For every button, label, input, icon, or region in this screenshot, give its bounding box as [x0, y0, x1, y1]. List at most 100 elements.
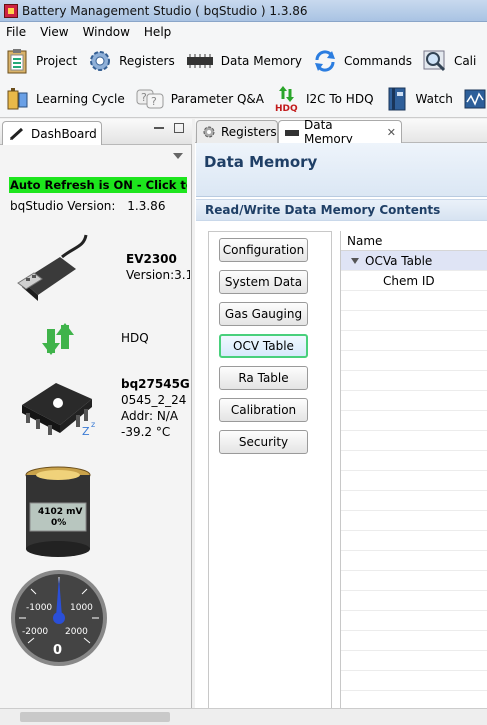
tab-registers[interactable]: Registers	[196, 120, 278, 143]
tree-row-empty	[341, 651, 487, 671]
hdq-icon: HDQ	[274, 85, 300, 112]
registers-button[interactable]: Registers	[87, 48, 175, 74]
magnifier-icon	[422, 48, 448, 74]
tree-row-empty	[341, 351, 487, 371]
close-icon[interactable]: ✕	[387, 126, 396, 139]
battery-voltage: 4102 mV	[38, 507, 83, 517]
version-value: 1.3.86	[127, 199, 166, 213]
book-icon	[384, 86, 410, 112]
menu-bar: File View Window Help	[0, 22, 487, 42]
tree-row-empty	[341, 331, 487, 351]
chart-button[interactable]	[463, 86, 487, 112]
tree-row-empty	[341, 571, 487, 591]
page-title: Data Memory	[204, 153, 318, 171]
gear-icon	[202, 125, 216, 139]
battery-cycle-icon	[4, 86, 30, 112]
tree-row-empty	[341, 311, 487, 331]
data-memory-button[interactable]: Data Memory	[185, 48, 302, 74]
gear-icon	[87, 48, 113, 74]
section-header: Read/Write Data Memory Contents	[196, 199, 487, 221]
calibration-button[interactable]: Cali	[422, 48, 476, 74]
scrollbar-thumb[interactable]	[20, 712, 170, 722]
tree-column-header[interactable]: Name	[341, 231, 487, 251]
watch-button[interactable]: Watch	[384, 86, 453, 112]
menu-help[interactable]: Help	[144, 25, 171, 39]
tree-row-empty	[341, 431, 487, 451]
usb-adapter-icon	[14, 227, 104, 309]
editor-panel: Registers Data Memory ✕ Data Memory Read…	[195, 118, 487, 725]
svg-text:HDQ: HDQ	[275, 104, 298, 112]
calibration-button[interactable]: Calibration	[219, 398, 308, 422]
gauge-tick-neg1000: -1000	[26, 603, 53, 613]
question-icon: ??	[135, 86, 165, 112]
title-bar: Battery Management Studio ( bqStudio ) 1…	[0, 0, 487, 22]
adapter-name: EV2300	[126, 252, 177, 266]
svg-text:?: ?	[151, 95, 157, 108]
tree-row-empty	[341, 451, 487, 471]
svg-text:?: ?	[141, 91, 147, 104]
view-menu-arrow-icon[interactable]	[173, 153, 183, 159]
gauge-tick-1000: 1000	[70, 603, 93, 613]
tree-row-empty	[341, 291, 487, 311]
svg-text:z: z	[91, 420, 95, 429]
tab-dashboard[interactable]: DashBoard	[2, 121, 102, 145]
version-label: bqStudio Version:	[10, 199, 116, 213]
tab-data-memory[interactable]: Data Memory ✕	[278, 118, 402, 146]
parameter-qa-button[interactable]: ?? Parameter Q&A	[135, 86, 264, 112]
ocv-table-button[interactable]: OCV Table	[219, 334, 308, 358]
tree-row[interactable]: Chem ID	[341, 271, 487, 291]
tree-row-empty	[341, 391, 487, 411]
parameter-tree: Name OCVa Table Chem ID	[340, 231, 487, 723]
tree-row-empty	[341, 471, 487, 491]
toolbar-secondary: Learning Cycle ?? Parameter Q&A HDQ I2C …	[0, 80, 487, 118]
dashboard-tab-label: DashBoard	[31, 126, 97, 141]
class-button-group: Configuration System Data Gas Gauging OC…	[208, 231, 332, 723]
device-name: bq27545G1	[121, 377, 191, 391]
tree-row-empty	[341, 531, 487, 551]
device-chip-icon: Z z	[16, 369, 100, 447]
adapter-version: Version:3.1	[126, 268, 190, 282]
menu-file[interactable]: File	[6, 25, 26, 39]
tree-row-empty	[341, 611, 487, 631]
device-temperature: -39.2 °C	[121, 425, 171, 439]
gauge-tick-2000: 2000	[65, 627, 88, 637]
i2c-to-hdq-button[interactable]: HDQ I2C To HDQ	[274, 85, 374, 112]
gas-gauging-button[interactable]: Gas Gauging	[219, 302, 308, 326]
minimize-button[interactable]	[154, 127, 164, 129]
commands-button[interactable]: Commands	[312, 48, 412, 74]
dashboard-tab-bar: DashBoard	[0, 119, 192, 145]
clipboard-icon	[4, 48, 30, 74]
maximize-button[interactable]	[174, 123, 184, 133]
battery-percent: 0%	[51, 518, 67, 528]
protocol-label: HDQ	[121, 331, 149, 345]
hdq-arrows-icon	[40, 323, 76, 355]
device-address: Addr: N/A	[121, 409, 179, 423]
tree-row[interactable]: OCVa Table	[341, 251, 487, 271]
tree-row-empty	[341, 491, 487, 511]
tree-row-empty	[341, 411, 487, 431]
svg-text:Z: Z	[82, 425, 90, 438]
device-firmware: 0545_2_24	[121, 393, 187, 407]
tree-row-empty	[341, 631, 487, 651]
menu-window[interactable]: Window	[83, 25, 130, 39]
menu-view[interactable]: View	[40, 25, 68, 39]
dashboard-panel: DashBoard Auto Refresh is ON - Click to …	[0, 119, 192, 725]
app-icon	[4, 3, 18, 18]
tree-row-empty	[341, 671, 487, 691]
project-button[interactable]: Project	[4, 48, 77, 74]
tree-row-empty	[341, 511, 487, 531]
configuration-button[interactable]: Configuration	[219, 238, 308, 262]
learning-cycle-button[interactable]: Learning Cycle	[4, 86, 125, 112]
tree-row-empty	[341, 591, 487, 611]
expand-triangle-icon[interactable]	[351, 258, 359, 264]
horizontal-scrollbar[interactable]	[0, 708, 487, 725]
chart-icon	[463, 86, 487, 112]
ra-table-button[interactable]: Ra Table	[219, 366, 308, 390]
refresh-arrows-icon	[312, 48, 338, 74]
tree-row-empty	[341, 551, 487, 571]
section-title: Read/Write Data Memory Contents	[205, 203, 441, 217]
window-title: Battery Management Studio ( bqStudio ) 1…	[22, 3, 308, 18]
system-data-button[interactable]: System Data	[219, 270, 308, 294]
auto-refresh-toggle[interactable]: Auto Refresh is ON - Click to Tu	[9, 177, 187, 193]
security-button[interactable]: Security	[219, 430, 308, 454]
